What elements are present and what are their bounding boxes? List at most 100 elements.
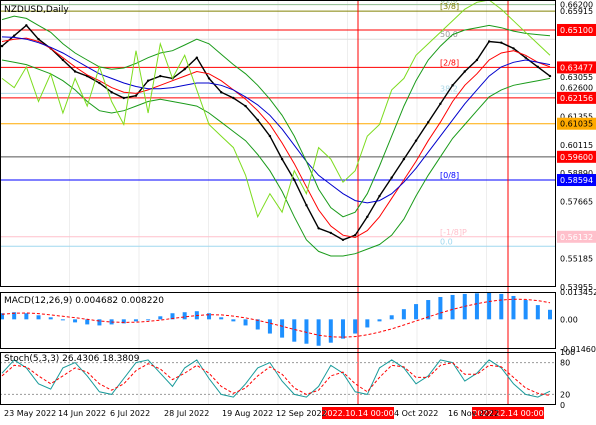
price-point	[427, 121, 430, 124]
macd-bar	[450, 294, 455, 320]
level-label: [2/8]	[440, 58, 459, 67]
x-tick-label: 16 Nov 2022	[448, 409, 499, 418]
macd-tick-label: 0.013452	[560, 288, 596, 297]
price-point	[61, 58, 65, 62]
price-point	[183, 67, 186, 71]
price-point	[451, 84, 454, 87]
stoch-tick-label: 20	[560, 390, 570, 399]
macd-bar	[401, 309, 406, 320]
price-point	[280, 157, 284, 161]
price-point	[390, 176, 393, 179]
macd-bar	[438, 296, 443, 320]
price-point	[341, 238, 345, 242]
macd-bar	[60, 319, 65, 321]
macd-bar	[548, 309, 552, 320]
level-label: [-1/8]P	[440, 228, 467, 237]
price-point	[353, 234, 357, 237]
macd-bar	[340, 319, 345, 339]
price-scale: 0.662000.659150.651000.634770.630550.626…	[557, 1, 596, 410]
macd-bar	[24, 313, 29, 320]
price-scale-label: 0.60115	[560, 141, 593, 150]
stoch-title: Stoch(5,3,3) 26.4306 18.3809	[4, 354, 140, 364]
x-tick-label: 14 Jun 2022	[58, 409, 106, 418]
macd-bar	[353, 319, 358, 334]
price-point	[134, 94, 138, 97]
macd-bar	[377, 319, 382, 322]
macd-bar	[243, 319, 248, 326]
price-scale-label: 0.65915	[560, 7, 593, 16]
macd-bar	[73, 319, 78, 323]
x-axis-ticks: 23 May 2022 14 Jun 2022 6 Jul 2022 28 Jul 2…	[4, 409, 499, 418]
price-scale-label: 0.65100	[560, 26, 593, 35]
macd-bar	[182, 312, 187, 320]
price-point	[512, 47, 515, 50]
macd-tick-label: 0.00	[560, 315, 578, 324]
price-point	[232, 96, 235, 100]
price-scale-label: 0.61035	[560, 120, 593, 129]
x-tick-label: 23 May 2022	[4, 409, 56, 418]
price-point	[487, 40, 491, 43]
macd-bar	[85, 319, 90, 325]
macd-bar	[207, 313, 212, 320]
price-scale-label: 0.63477	[560, 63, 593, 72]
price-point	[500, 41, 503, 44]
price-point	[463, 70, 466, 73]
price-point	[414, 139, 418, 142]
macd-bar	[499, 293, 504, 320]
price-scale-label: 0.56132	[560, 233, 593, 242]
x-tick-label: 19 Aug 2022	[222, 409, 273, 418]
macd-bar	[36, 315, 41, 320]
macd-bar	[292, 319, 297, 342]
chart-canvas: 61.8[3/8]50.0[2/8]38.2[0/8][-1/8]P0.0 20…	[0, 0, 596, 425]
price-point	[146, 79, 150, 82]
x-tick-label: 28 Jul 2022	[164, 409, 209, 418]
macd-title: MACD(12,26,9) 0.004682 0.008220	[4, 296, 164, 306]
price-point	[110, 91, 113, 94]
price-point	[475, 58, 479, 62]
price-scale-label: 0.57665	[560, 197, 593, 206]
price-point	[293, 178, 296, 182]
price-point	[207, 77, 211, 80]
price-point	[378, 194, 381, 198]
price-scale-label: 0.55185	[560, 255, 593, 264]
macd-bar	[231, 319, 236, 322]
macd-bar	[487, 292, 492, 320]
price-scale-label: 0.62156	[560, 94, 593, 103]
macd-bar	[48, 317, 53, 320]
price-point	[536, 65, 540, 69]
macd-bar	[133, 319, 138, 322]
macd-bar	[255, 319, 260, 330]
macd-bar	[146, 319, 151, 321]
price-point	[366, 215, 369, 218]
stoch-tick-label: 80	[560, 359, 570, 368]
price-point	[402, 157, 406, 161]
price-point	[195, 56, 199, 59]
macd-bar	[158, 316, 163, 320]
symbol-title: NZDUSD,Daily	[4, 5, 69, 15]
price-scale-label: 0.63055	[560, 73, 593, 82]
price-point	[244, 104, 247, 108]
macd-bar	[389, 315, 394, 320]
macd-bar	[267, 319, 272, 334]
macd-bar	[365, 319, 370, 328]
macd-bar	[219, 317, 224, 320]
price-point	[268, 134, 272, 138]
price-point	[317, 227, 320, 230]
price-point	[98, 81, 101, 85]
level-label: [0/8]	[440, 171, 459, 180]
price-scale-label: 0.58594	[560, 176, 593, 185]
x-tick-label: 12 Sep 2022	[276, 409, 327, 418]
price-point	[159, 74, 162, 78]
price-point	[305, 204, 308, 207]
price-point	[256, 118, 259, 122]
price-point	[12, 34, 16, 37]
level-label: 0.0	[440, 237, 453, 246]
price-point	[220, 91, 223, 94]
macd-bar	[535, 305, 540, 320]
price-scale-label: 0.59600	[560, 153, 593, 162]
price-point	[25, 24, 28, 27]
stoch-tick-label: 100	[560, 348, 575, 357]
price-point	[37, 38, 40, 41]
stoch-tick-label: 0	[560, 401, 565, 410]
macd-bar	[97, 319, 102, 326]
